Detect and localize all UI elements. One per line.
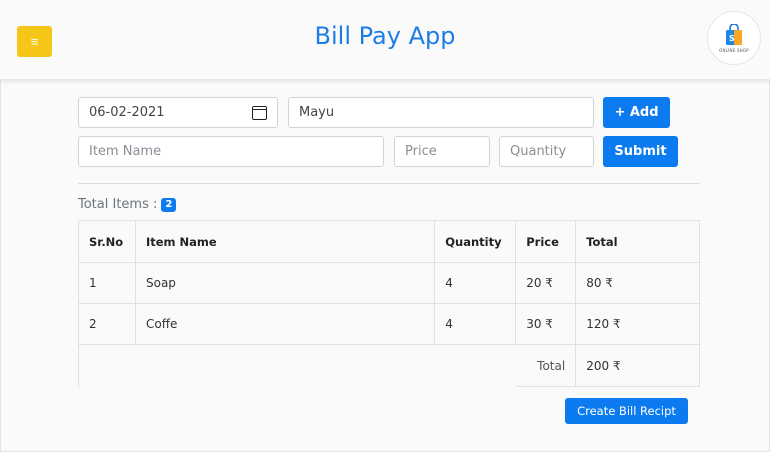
app-title: Bill Pay App bbox=[314, 22, 456, 50]
bill-items-table: Sr.No Item Name Quantity Price Total 1 S… bbox=[77, 220, 700, 387]
header-price: Price bbox=[515, 220, 577, 263]
total-row-spacer bbox=[77, 344, 516, 387]
calendar-icon[interactable] bbox=[252, 105, 267, 120]
cell-quantity: 4 bbox=[434, 262, 517, 304]
create-bill-receipt-button[interactable]: Create Bill Recipt bbox=[565, 398, 688, 424]
table-row: 2 Coffe 4 30 ₹ 120 ₹ bbox=[78, 303, 700, 345]
cell-sr-no: 1 bbox=[78, 262, 136, 304]
customer-name-value: Mayu bbox=[299, 105, 335, 120]
cell-total: 120 ₹ bbox=[575, 303, 700, 345]
submit-button[interactable]: Submit bbox=[603, 136, 678, 167]
cell-price: 20 ₹ bbox=[515, 262, 577, 304]
customer-name-input[interactable]: Mayu bbox=[288, 97, 594, 128]
item-name-input[interactable]: Item Name bbox=[78, 136, 384, 167]
table-header-row: Sr.No Item Name Quantity Price Total bbox=[78, 220, 700, 263]
price-input[interactable]: Price bbox=[394, 136, 490, 167]
total-items-label: Total Items : bbox=[78, 197, 158, 212]
add-button[interactable]: + Add bbox=[603, 97, 670, 128]
cell-quantity: 4 bbox=[434, 303, 517, 345]
cell-sr-no: 2 bbox=[78, 303, 136, 345]
date-value: 06-02-2021 bbox=[89, 105, 165, 120]
header-sr-no: Sr.No bbox=[78, 220, 136, 263]
item-name-placeholder: Item Name bbox=[89, 144, 162, 159]
cell-total: 80 ₹ bbox=[575, 262, 700, 304]
cell-item-name: Soap bbox=[134, 262, 436, 304]
quantity-placeholder: Quantity bbox=[510, 144, 567, 159]
table-row: 1 Soap 4 20 ₹ 80 ₹ bbox=[78, 262, 700, 304]
cell-item-name: Coffe bbox=[134, 303, 436, 345]
header-total: Total bbox=[575, 220, 700, 263]
date-input[interactable]: 06-02-2021 bbox=[78, 97, 278, 128]
grand-total-row: Total 200 ₹ bbox=[77, 344, 700, 387]
form-divider bbox=[78, 183, 700, 184]
svg-text:S: S bbox=[729, 34, 735, 43]
total-items-badge: 2 bbox=[161, 197, 177, 212]
grand-total-label: Total bbox=[515, 344, 577, 387]
logo-text: ONLINE SHOP bbox=[719, 47, 749, 53]
header-quantity: Quantity bbox=[434, 220, 517, 263]
shopping-bag-icon: S bbox=[726, 23, 742, 45]
grand-total-value: 200 ₹ bbox=[575, 344, 700, 387]
app-header: ≡ Bill Pay App S ONLINE SHOP bbox=[0, 0, 770, 80]
quantity-input[interactable]: Quantity bbox=[499, 136, 594, 167]
header-item-name: Item Name bbox=[134, 220, 436, 263]
cell-price: 30 ₹ bbox=[515, 303, 577, 345]
shop-logo: S ONLINE SHOP bbox=[707, 11, 761, 65]
total-items: Total Items : 2 bbox=[78, 197, 177, 212]
price-placeholder: Price bbox=[405, 144, 437, 159]
